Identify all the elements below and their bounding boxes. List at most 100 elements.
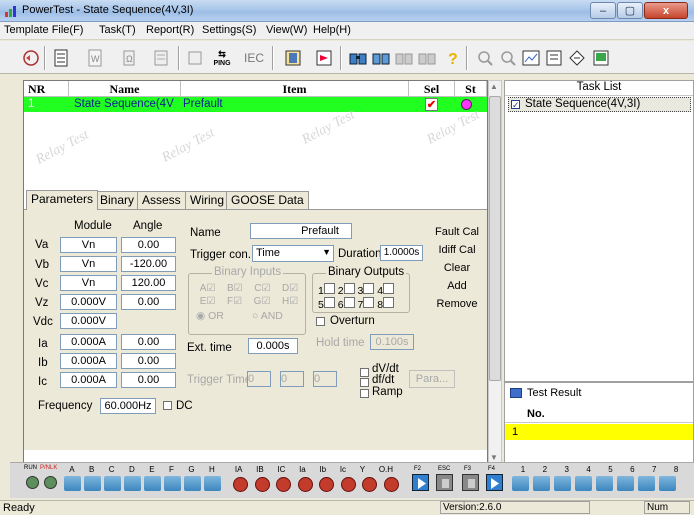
network-icon[interactable] [184, 47, 206, 69]
binoculars-gray-icon[interactable] [393, 47, 415, 69]
task-checkbox[interactable]: ✓ [511, 100, 520, 110]
vz-module-input[interactable]: 0.000V [60, 294, 117, 310]
switch-icon[interactable] [566, 47, 588, 69]
window-icon[interactable] [590, 47, 612, 69]
menu-view[interactable]: View(W) [266, 24, 307, 36]
trigger-condition-select[interactable]: Time ▼ [252, 245, 334, 262]
zoom-in-icon[interactable] [497, 47, 519, 69]
chart-icon[interactable] [520, 47, 542, 69]
minimize-button[interactable]: – [590, 2, 616, 19]
bi-a[interactable]: A☑ [200, 283, 216, 294]
zoom-out-icon[interactable] [474, 47, 496, 69]
fault-cal-button[interactable]: Fault Cal [428, 224, 486, 242]
dfdt-checkbox[interactable] [360, 378, 369, 387]
row-select-checkbox[interactable]: ✔ [425, 98, 438, 111]
vz-angle-input[interactable]: 0.00 [121, 294, 176, 310]
bi-e[interactable]: E☑ [200, 296, 216, 307]
tab-parameters[interactable]: Parameters [26, 190, 99, 210]
tab-binary[interactable]: Binary [95, 191, 140, 209]
menu-template-file[interactable]: Template File(F) [4, 24, 83, 36]
vc-angle-input[interactable]: 120.00 [121, 275, 176, 291]
bi-c[interactable]: C☑ [254, 283, 270, 294]
trigger-time-second[interactable]: 0 [313, 371, 337, 387]
duration-input[interactable]: 1.0000s [380, 245, 423, 261]
tab-assess[interactable]: Assess [137, 191, 186, 209]
tab-wiring[interactable]: Wiring [185, 191, 230, 209]
chevron-down-icon[interactable]: ▼ [322, 247, 331, 257]
frequency-input[interactable]: 60.000Hz [100, 398, 156, 414]
and-radio[interactable]: ○ AND [252, 310, 283, 322]
ping-button[interactable]: ⇆ PING [210, 47, 234, 69]
or-radio[interactable]: ◉ OR [196, 310, 224, 322]
ic-angle-input[interactable]: 0.00 [121, 372, 176, 388]
vb-angle-input[interactable]: -120.00 [121, 256, 176, 272]
bo-6-checkbox[interactable] [343, 297, 355, 308]
va-angle-input[interactable]: 0.00 [121, 237, 176, 253]
hold-time-input[interactable]: 0.100s [370, 334, 414, 350]
bo-4-checkbox[interactable] [383, 283, 395, 294]
bo-3-checkbox[interactable] [363, 283, 375, 294]
bi-b[interactable]: B☑ [227, 283, 243, 294]
ib-angle-input[interactable]: 0.00 [121, 353, 176, 369]
export-icon[interactable] [313, 47, 335, 69]
bo-2-checkbox[interactable] [343, 283, 355, 294]
play-button[interactable] [412, 474, 429, 491]
config-icon[interactable] [150, 47, 172, 69]
va-module-input[interactable]: Vn [60, 237, 117, 253]
bi-f[interactable]: F☑ [227, 296, 242, 307]
vdc-module-input[interactable]: 0.000V [60, 313, 117, 329]
name-input[interactable]: Prefault [250, 223, 352, 239]
ic-module-input[interactable]: 0.000A [60, 372, 117, 388]
menu-task[interactable]: Task(T) [99, 24, 136, 36]
dc-checkbox[interactable] [163, 401, 172, 410]
vb-module-input[interactable]: Vn [60, 256, 117, 272]
bo-1-checkbox[interactable] [323, 283, 335, 294]
next-button[interactable] [486, 474, 503, 491]
column-header-nr[interactable]: NR [24, 81, 69, 97]
bi-g[interactable]: G☑ [254, 296, 271, 307]
clear-button[interactable]: Clear [428, 260, 486, 278]
iec-button[interactable]: IEC [240, 47, 268, 69]
ia-module-input[interactable]: 0.000A [60, 334, 117, 350]
remove-button[interactable]: Remove [428, 296, 486, 314]
bi-h[interactable]: H☑ [282, 296, 298, 307]
para-button[interactable]: Para... [409, 370, 455, 388]
ext-time-input[interactable]: 0.000s [248, 338, 298, 354]
book-icon[interactable] [282, 47, 304, 69]
dvdt-checkbox[interactable] [360, 368, 369, 377]
ib-module-input[interactable]: 0.000A [60, 353, 117, 369]
scrollbar-thumb[interactable] [489, 96, 501, 381]
maximize-button[interactable]: ▢ [617, 2, 643, 19]
scroll-up-icon[interactable]: ▲ [490, 82, 498, 91]
bi-d[interactable]: D☑ [282, 283, 298, 294]
module-icon[interactable]: Ω [118, 47, 140, 69]
document-icon[interactable] [50, 47, 72, 69]
help-icon[interactable]: ? [442, 47, 464, 69]
report-icon[interactable]: W [84, 47, 106, 69]
ia-angle-input[interactable]: 0.00 [121, 334, 176, 350]
trigger-time-hour[interactable]: 0 [247, 371, 271, 387]
column-header-sel[interactable]: Sel [409, 81, 455, 97]
list-icon[interactable] [543, 47, 565, 69]
binoculars-icon[interactable] [347, 47, 369, 69]
scroll-down-icon[interactable]: ▼ [490, 453, 498, 462]
test-result-row[interactable] [505, 424, 693, 440]
column-header-name[interactable]: Name [69, 81, 181, 97]
bo-8-checkbox[interactable] [383, 297, 395, 308]
add-button[interactable]: Add [428, 278, 486, 296]
tab-goose-data[interactable]: GOOSE Data [226, 191, 309, 209]
column-header-st[interactable]: St [455, 81, 487, 97]
vc-module-input[interactable]: Vn [60, 275, 117, 291]
test-result-col-no[interactable]: No. [527, 408, 545, 420]
stop-button[interactable] [436, 474, 453, 491]
pause-button[interactable] [462, 474, 479, 491]
close-button[interactable]: x [644, 2, 688, 19]
bo-7-checkbox[interactable] [363, 297, 375, 308]
column-header-item[interactable]: Item [181, 81, 409, 97]
menu-settings[interactable]: Settings(S) [202, 24, 256, 36]
ramp-checkbox[interactable] [360, 389, 369, 398]
signal-icon[interactable] [20, 47, 42, 69]
idiff-cal-button[interactable]: Idiff Cal [428, 242, 486, 260]
overturn-checkbox[interactable] [316, 317, 325, 326]
menu-report[interactable]: Report(R) [146, 24, 194, 36]
